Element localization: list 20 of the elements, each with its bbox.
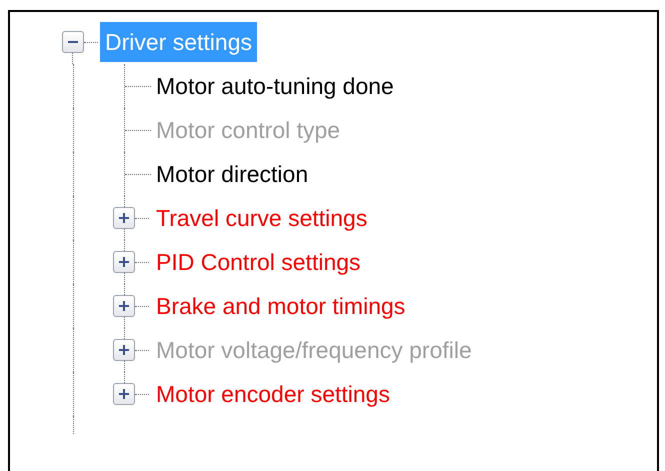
collapse-button[interactable] <box>62 31 84 53</box>
plus-icon <box>118 344 130 356</box>
tree-item-label[interactable]: Motor direction <box>153 154 312 194</box>
tree-item-label[interactable]: Motor voltage/frequency profile <box>153 330 475 370</box>
expand-button[interactable] <box>113 207 135 229</box>
tree-item-label[interactable]: Driver settings <box>100 22 257 62</box>
tree-item-label[interactable]: Travel curve settings <box>153 198 370 238</box>
expand-button[interactable] <box>113 295 135 317</box>
expand-button[interactable] <box>113 383 135 405</box>
plus-icon <box>118 388 130 400</box>
plus-icon <box>118 212 130 224</box>
tree-item-label[interactable]: Brake and motor timings <box>153 286 408 326</box>
expand-button[interactable] <box>113 251 135 273</box>
expand-button[interactable] <box>113 339 135 361</box>
tree-item-label[interactable]: Motor encoder settings <box>153 374 393 414</box>
tree-item-label[interactable]: PID Control settings <box>153 242 364 282</box>
plus-icon <box>118 300 130 312</box>
tree-item-label[interactable]: Motor auto-tuning done <box>153 66 397 106</box>
tree-item-label[interactable]: Motor control type <box>153 110 344 150</box>
plus-icon <box>118 256 130 268</box>
